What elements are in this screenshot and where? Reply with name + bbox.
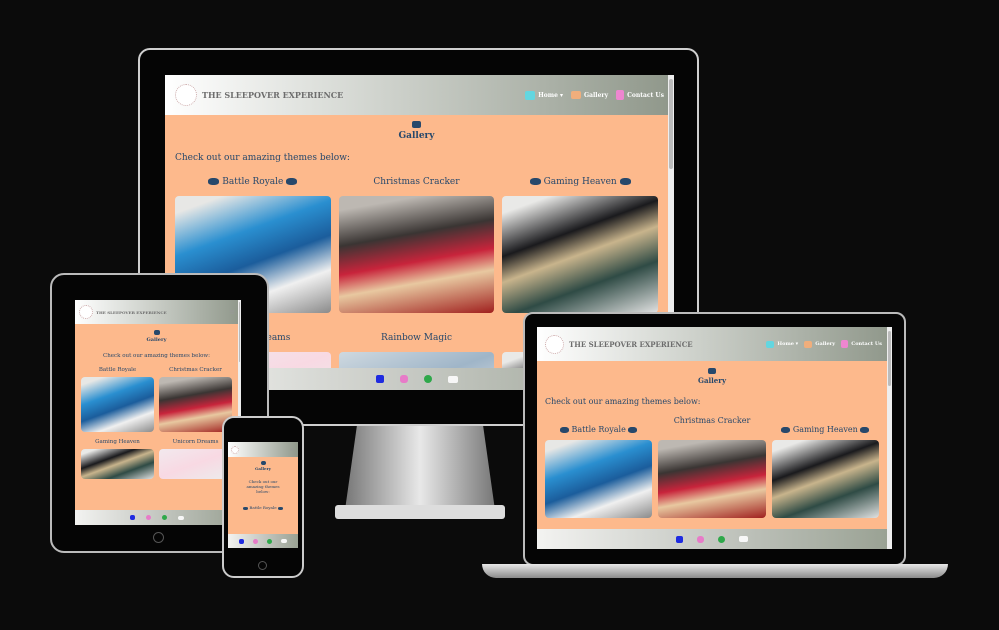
- contact-icon: [841, 340, 849, 348]
- monitor-base: [335, 505, 505, 519]
- theme-card[interactable]: Gaming Heaven: [771, 425, 879, 518]
- navbar: THE SLEEPOVER EXPERIENCE Home ▾ Gallery …: [165, 75, 674, 115]
- nav-home[interactable]: Home ▾: [766, 340, 798, 348]
- theme-card[interactable]: Christmas Cracker: [658, 416, 766, 518]
- theme-photo[interactable]: [338, 196, 495, 313]
- gallery-icon: [571, 91, 582, 99]
- monitor-stand: [345, 425, 495, 510]
- logo[interactable]: [231, 445, 239, 454]
- email-icon[interactable]: [281, 539, 287, 543]
- email-icon[interactable]: [739, 536, 748, 542]
- facebook-icon[interactable]: [676, 535, 683, 543]
- contact-icon: [616, 90, 625, 100]
- home-icon: [766, 340, 775, 348]
- nav-contact[interactable]: Contact Us: [841, 340, 882, 348]
- menu-toggle-icon[interactable]: ≡: [229, 308, 235, 316]
- brand[interactable]: THE SLEEPOVER EXPERIENCE: [202, 90, 343, 100]
- instagram-icon[interactable]: [253, 538, 258, 544]
- theme-card[interactable]: Christmas Cracker: [338, 177, 495, 313]
- home-icon: [525, 90, 536, 100]
- logo[interactable]: [175, 84, 197, 106]
- facebook-icon[interactable]: [129, 515, 135, 520]
- theme-card[interactable]: Battle Royale: [234, 505, 292, 510]
- intro-text: Check out our amazing themes below:: [175, 153, 350, 163]
- laptop-screen: THE SLEEPOVER EXPERIENCE Home ▾ Gallery …: [537, 327, 892, 549]
- theme-photo[interactable]: [502, 196, 658, 313]
- gallery-icon: [708, 368, 716, 374]
- whatsapp-icon[interactable]: [267, 538, 272, 544]
- nav-contact[interactable]: Contact Us: [616, 90, 664, 100]
- instagram-icon[interactable]: [145, 515, 151, 520]
- instagram-icon[interactable]: [697, 535, 704, 543]
- brand[interactable]: THE SLEEPOVER EXPERIENCE: [569, 340, 693, 349]
- theme-card[interactable]: Gaming Heaven: [81, 439, 154, 479]
- whatsapp-icon[interactable]: [423, 375, 432, 383]
- nav-home[interactable]: Home ▾: [525, 90, 563, 100]
- email-icon[interactable]: [447, 375, 458, 383]
- nav-gallery[interactable]: Gallery: [571, 91, 608, 99]
- page-title: Gallery: [175, 121, 658, 141]
- gallery-icon: [412, 121, 421, 128]
- email-icon[interactable]: [177, 515, 184, 520]
- home-button: [153, 532, 164, 543]
- laptop-base: [482, 564, 948, 578]
- whatsapp-icon[interactable]: [161, 515, 167, 520]
- whatsapp-icon[interactable]: [718, 535, 725, 543]
- nav-gallery[interactable]: Gallery: [804, 340, 835, 348]
- home-button: [258, 561, 267, 570]
- facebook-icon[interactable]: [375, 375, 384, 383]
- logo[interactable]: [545, 334, 564, 354]
- gallery-icon: [804, 340, 813, 348]
- facebook-icon[interactable]: [239, 538, 244, 544]
- theme-card[interactable]: Gaming Heaven: [502, 177, 658, 313]
- theme-card[interactable]: Christmas Cracker: [159, 367, 232, 432]
- logo[interactable]: [79, 305, 93, 319]
- instagram-icon[interactable]: [399, 375, 408, 383]
- theme-card[interactable]: Battle Royale: [81, 367, 154, 432]
- phone-screen: ≡ Gallery Check out our amazing themes b…: [228, 442, 298, 548]
- tablet-screen: THE SLEEPOVER EXPERIENCE ≡ Gallery Check…: [75, 300, 241, 525]
- menu-toggle-icon[interactable]: ≡: [290, 447, 294, 453]
- theme-card[interactable]: Battle Royale: [545, 425, 653, 518]
